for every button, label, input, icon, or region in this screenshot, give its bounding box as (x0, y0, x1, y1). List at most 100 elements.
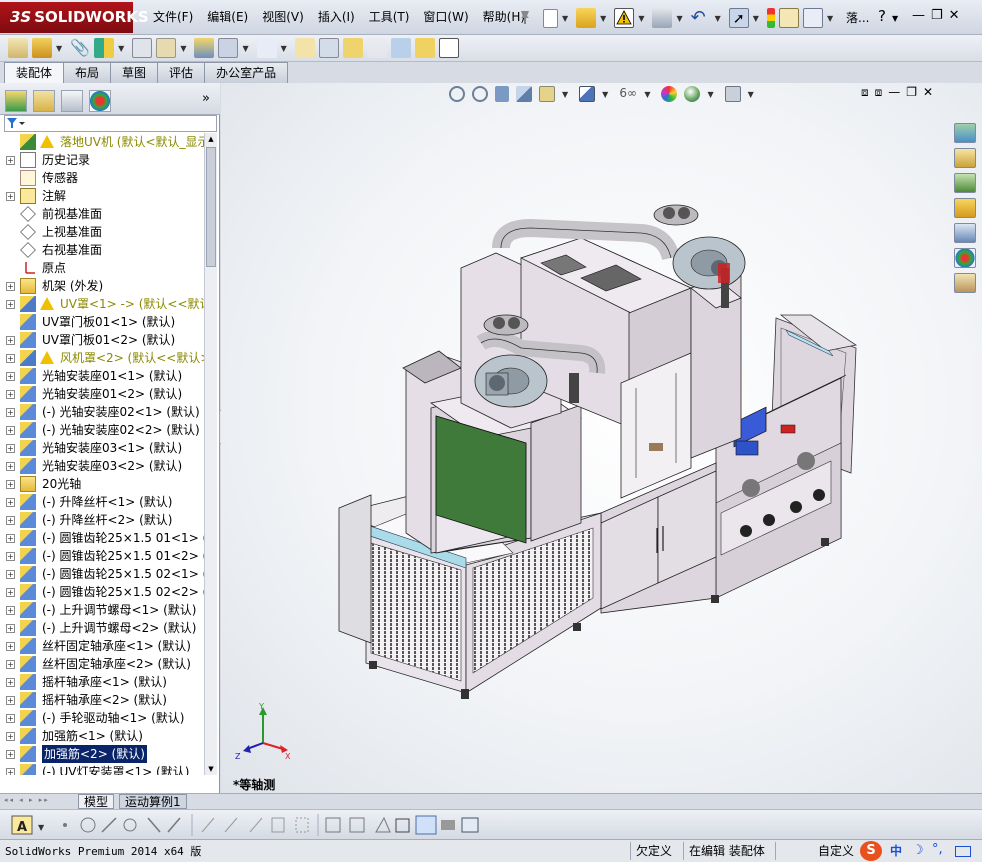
command-tab[interactable]: 装配体 (4, 62, 65, 83)
angle-icon[interactable] (167, 817, 181, 833)
tree-item[interactable]: + (-) UV灯安装罩<1> (默认) (0, 763, 205, 775)
offset-icon[interactable] (224, 817, 238, 833)
property-manager-tab-icon[interactable] (33, 90, 55, 112)
menu-item[interactable]: 窗口(W) (416, 0, 475, 35)
expand-icon[interactable]: + (6, 390, 15, 399)
insert-component-icon[interactable] (8, 38, 28, 58)
menu-item[interactable]: 视图(V) (255, 0, 311, 35)
minimize-icon[interactable]: — (912, 8, 925, 23)
expand-icon[interactable]: + (6, 156, 15, 165)
show-hidden-icon[interactable] (194, 38, 215, 58)
help-icon[interactable]: ? ▼ (878, 7, 898, 25)
tree-item[interactable]: + (-) 圆锥齿轮25×1.5 02<2> ( (0, 583, 205, 601)
tree-item[interactable]: + 历史记录 (0, 151, 205, 169)
trim-icon[interactable] (147, 817, 161, 833)
expand-icon[interactable]: + (6, 606, 15, 615)
tree-item[interactable]: + (-) 光轴安装座02<1> (默认) (0, 403, 205, 421)
expand-icon[interactable]: + (6, 732, 15, 741)
expand-icon[interactable]: + (6, 516, 15, 525)
tree-item[interactable]: + 加强筋<2> (默认) (0, 745, 205, 763)
grid-icon[interactable] (349, 817, 365, 833)
expand-icon[interactable]: + (6, 300, 15, 309)
solidworks-logo[interactable]: 3S SOLIDWORKS (0, 2, 149, 33)
linear-pattern-icon[interactable] (94, 38, 115, 58)
tab-model[interactable]: 模型 (78, 794, 115, 809)
annotation-icon[interactable]: A (11, 815, 33, 835)
expand-icon[interactable]: + (6, 480, 15, 489)
expand-icon[interactable]: + (6, 426, 15, 435)
tree-item[interactable]: + (-) 圆锥齿轮25×1.5 01<2> ( (0, 547, 205, 565)
expand-icon[interactable]: + (6, 570, 15, 579)
chevron-down-icon[interactable]: ▼ (242, 44, 248, 53)
expand-icon[interactable]: + (6, 642, 15, 651)
command-tab[interactable]: 布局 (63, 62, 112, 83)
traffic-light-icon[interactable] (766, 8, 775, 28)
tree-item[interactable]: + (-) 升降丝杆<2> (默认) (0, 511, 205, 529)
bill-of-materials-icon[interactable] (318, 38, 339, 58)
explode-line-sketch-icon[interactable] (366, 38, 387, 58)
tree-item[interactable]: + (-) 圆锥齿轮25×1.5 01<1> ( (0, 529, 205, 547)
expand-panel-icon[interactable]: » (202, 91, 210, 106)
chevron-down-icon[interactable]: ▼ (180, 44, 186, 53)
chevron-down-icon[interactable]: ▼ (118, 44, 124, 53)
tree-item[interactable]: + UV罩<1> -> (默认<<默认>_ (0, 295, 205, 313)
expand-icon[interactable]: + (6, 282, 15, 291)
expand-icon[interactable]: + (6, 678, 15, 687)
chevron-down-icon[interactable]: ▼ (827, 14, 833, 23)
chevron-down-icon[interactable]: ▼ (281, 44, 287, 53)
tab-motion-study[interactable]: 运动算例1 (119, 794, 187, 809)
tree-item[interactable]: + 光轴安装座03<2> (默认) (0, 457, 205, 475)
expand-icon[interactable]: + (6, 660, 15, 669)
expand-icon[interactable]: + (6, 192, 15, 201)
expand-icon[interactable]: + (6, 696, 15, 705)
clearance-verification-icon[interactable] (414, 38, 435, 58)
expand-icon[interactable]: + (6, 372, 15, 381)
tree-item[interactable]: + (-) 光轴安装座02<2> (默认) (0, 421, 205, 439)
expand-icon[interactable]: + (6, 750, 15, 759)
chevron-down-icon[interactable]: ▼ (715, 14, 721, 23)
graphics-area[interactable]: ▼ ▼ 6∞ ▼ ▼ ▼ ⧈ ⧈ — ❐ ✕ Y X Z *等轴测 (221, 83, 982, 793)
menu-item[interactable]: 插入(I) (311, 0, 362, 35)
tree-item[interactable]: + (-) 手轮驱动轴<1> (默认) (0, 709, 205, 727)
polygon-icon[interactable] (123, 818, 137, 832)
circle-icon[interactable] (80, 817, 96, 833)
tree-scrollbar[interactable]: ▲ ▼ (204, 133, 217, 775)
options-icon[interactable] (802, 8, 823, 28)
tree-item[interactable]: + 注解 (0, 187, 205, 205)
expand-icon[interactable]: + (6, 534, 15, 543)
rebuild-warning-icon[interactable] (614, 8, 635, 28)
expand-icon[interactable]: + (6, 354, 15, 363)
select-cursor-icon[interactable]: ➚ (728, 8, 749, 28)
tree-item[interactable]: + 光轴安装座01<1> (默认) (0, 367, 205, 385)
menu-item[interactable]: 编辑(E) (200, 0, 255, 35)
tree-item[interactable]: UV罩门板01<1> (默认) (0, 313, 205, 331)
tree-item[interactable]: + 风机罩<2> (默认<<默认>_显 (0, 349, 205, 367)
tree-item[interactable]: 右视基准面 (0, 241, 205, 259)
tree-item[interactable]: + (-) 上升调节螺母<1> (默认) (0, 601, 205, 619)
exploded-view-icon[interactable] (342, 38, 363, 58)
tree-item[interactable]: + 光轴安装座03<1> (默认) (0, 439, 205, 457)
expand-icon[interactable]: + (6, 768, 15, 775)
expand-icon[interactable]: + (6, 588, 15, 597)
chevron-down-icon[interactable]: ▼ (892, 14, 898, 23)
tree-filter[interactable] (4, 115, 217, 132)
filter-icon[interactable] (5, 116, 27, 131)
tree-item[interactable]: + 丝杆固定轴承座<1> (默认) (0, 637, 205, 655)
command-tab[interactable]: 草图 (110, 62, 159, 83)
chevron-down-icon[interactable]: ▼ (600, 14, 606, 23)
expand-icon[interactable]: + (6, 444, 15, 453)
line-icon[interactable] (101, 817, 117, 833)
tree-item[interactable]: + 摇杆轴承座<2> (默认) (0, 691, 205, 709)
mate-icon[interactable] (32, 38, 52, 58)
expand-icon[interactable]: + (6, 552, 15, 561)
scroll-down-icon[interactable]: ▼ (206, 763, 216, 775)
new-motion-study-icon[interactable] (294, 38, 315, 58)
ime-punctuation-icon[interactable]: °, (932, 842, 943, 857)
move-component-icon[interactable] (156, 38, 177, 58)
tree-item[interactable]: + 摇杆轴承座<1> (默认) (0, 673, 205, 691)
reference-geometry-icon[interactable] (256, 38, 277, 58)
tree-item[interactable]: + 丝杆固定轴承座<2> (默认) (0, 655, 205, 673)
interference-detection-icon[interactable] (390, 38, 411, 58)
tree-item[interactable]: 前视基准面 (0, 205, 205, 223)
tree-item[interactable]: + 加强筋<1> (默认) (0, 727, 205, 745)
